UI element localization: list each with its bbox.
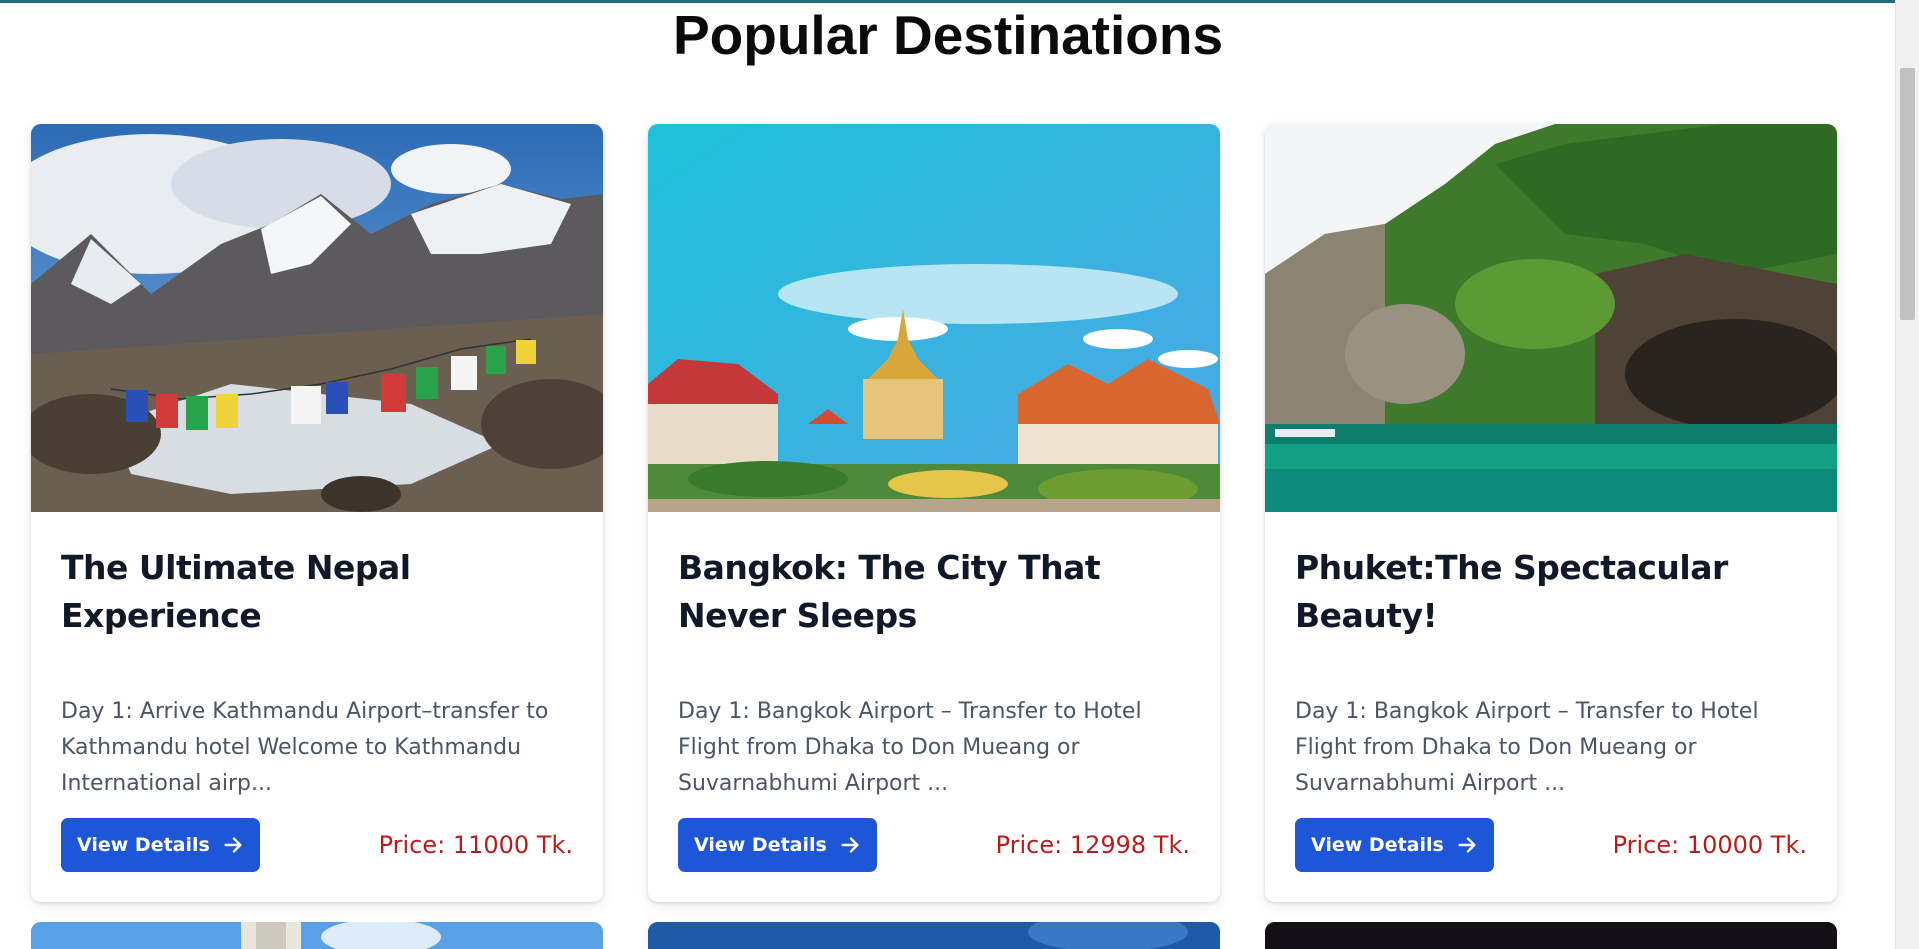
nepal-image xyxy=(31,124,603,512)
destination-card: Phuket:The Spectacular Beauty! Day 1: Ba… xyxy=(1265,124,1837,902)
view-details-label: View Details xyxy=(694,834,827,856)
scrollbar-thumb[interactable] xyxy=(1900,68,1915,320)
card-image[interactable] xyxy=(31,124,603,512)
destination-card: The Ultimate Nepal Experience Day 1: Arr… xyxy=(31,124,603,902)
arrow-right-icon xyxy=(841,837,859,853)
arrow-right-icon xyxy=(224,837,242,853)
view-details-label: View Details xyxy=(1311,834,1444,856)
card-footer: View Details Price: 12998 Tk. xyxy=(678,818,1190,872)
card-description: Day 1: Arrive Kathmandu Airport–transfer… xyxy=(61,699,549,796)
view-details-label: View Details xyxy=(77,834,210,856)
card-description: Day 1: Bangkok Airport – Transfer to Hot… xyxy=(1295,699,1759,796)
card-image-partial xyxy=(1265,922,1837,949)
price: Price: 12998 Tk. xyxy=(995,831,1190,859)
card-footer: View Details Price: 11000 Tk. xyxy=(61,818,573,872)
destination-card-partial xyxy=(648,922,1220,949)
view-details-button[interactable]: View Details xyxy=(61,818,260,872)
view-details-button[interactable]: View Details xyxy=(1295,818,1494,872)
card-footer: View Details Price: 10000 Tk. xyxy=(1295,818,1807,872)
destination-card-partial xyxy=(1265,922,1837,949)
bangkok-image xyxy=(648,124,1220,512)
price: Price: 10000 Tk. xyxy=(1612,831,1807,859)
phuket-image xyxy=(1265,124,1837,512)
card-image-partial xyxy=(648,922,1220,949)
view-details-button[interactable]: View Details xyxy=(678,818,877,872)
section-title: Popular Destinations xyxy=(672,4,1224,66)
card-title[interactable]: Bangkok: The City That Never Sleeps xyxy=(678,544,1198,640)
card-description: Day 1: Bangkok Airport – Transfer to Hot… xyxy=(678,699,1142,796)
destination-card: Bangkok: The City That Never Sleeps Day … xyxy=(648,124,1220,902)
card-title[interactable]: The Ultimate Nepal Experience xyxy=(61,544,581,640)
destination-card-partial xyxy=(31,922,603,949)
vertical-scrollbar[interactable] xyxy=(1895,0,1919,949)
card-image-partial xyxy=(31,922,603,949)
arrow-right-icon xyxy=(1458,837,1476,853)
page: Popular Destinations The Ultimate Nepal … xyxy=(0,0,1919,949)
price: Price: 11000 Tk. xyxy=(378,831,573,859)
card-image[interactable] xyxy=(648,124,1220,512)
card-title[interactable]: Phuket:The Spectacular Beauty! xyxy=(1295,544,1815,640)
card-image[interactable] xyxy=(1265,124,1837,512)
